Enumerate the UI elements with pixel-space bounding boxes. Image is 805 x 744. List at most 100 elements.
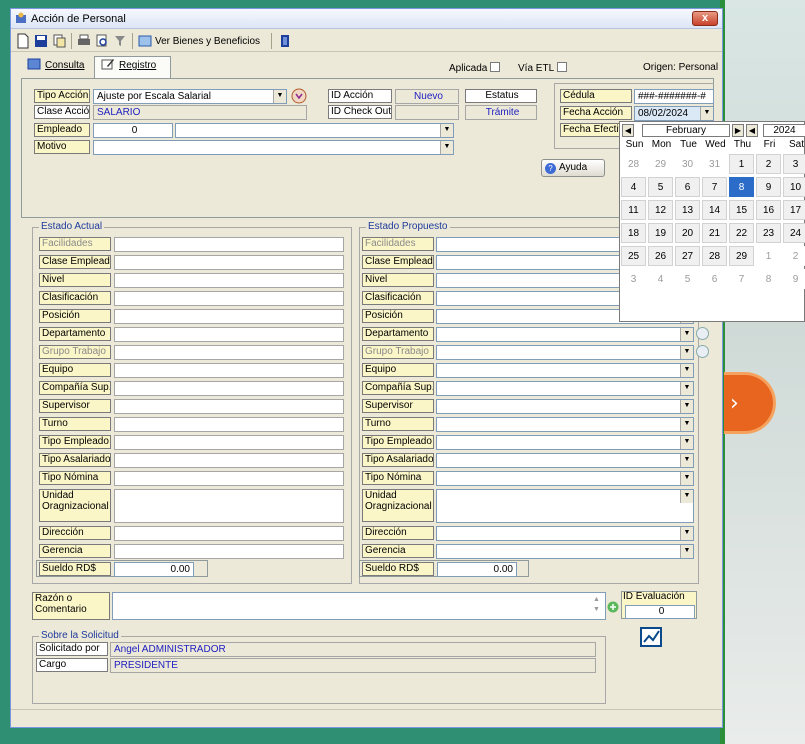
aplicada-checkbox-group[interactable]: Aplicada — [449, 62, 501, 74]
estado-propuesto-field[interactable]: ▼ — [436, 345, 694, 360]
chevron-down-icon: ▼ — [680, 400, 693, 413]
prev-year-button[interactable]: ◀ — [746, 124, 758, 137]
estado-propuesto-field[interactable]: ▼ — [436, 526, 694, 541]
estado-actual-label: Supervisor — [39, 399, 111, 413]
calendar-day[interactable]: 24 — [783, 223, 805, 243]
calendar-day[interactable]: 17 — [783, 200, 805, 220]
calendar-day[interactable]: 26 — [648, 246, 673, 266]
calendar-day[interactable]: 12 — [648, 200, 673, 220]
calendar-day[interactable]: 2 — [756, 154, 781, 174]
evaluation-chart-icon[interactable] — [639, 626, 665, 650]
calendar-day[interactable]: 4 — [648, 269, 673, 289]
estado-propuesto-field[interactable]: ▼ — [436, 381, 694, 396]
calendar-day[interactable]: 25 — [621, 246, 646, 266]
more-options-icon[interactable] — [696, 345, 709, 358]
benefits-icon[interactable] — [137, 33, 153, 49]
empleado-name-select[interactable]: ▼ — [175, 123, 454, 138]
calendar-day[interactable]: 7 — [729, 269, 754, 289]
calendar-day[interactable]: 6 — [702, 269, 727, 289]
calendar-day[interactable]: 31 — [702, 154, 727, 174]
fecha-accion-picker[interactable]: 08/02/2024 ▼ — [634, 106, 714, 121]
estado-propuesto-field[interactable]: ▼ — [436, 417, 694, 432]
calendar-day[interactable]: 27 — [675, 246, 700, 266]
edit-icon — [101, 59, 114, 70]
calendar-day[interactable]: 30 — [675, 154, 700, 174]
chevron-down-icon: ▼ — [680, 418, 693, 431]
search-icon[interactable] — [696, 327, 709, 340]
comentario-input[interactable] — [112, 592, 606, 620]
calendar-day[interactable]: 3 — [621, 269, 646, 289]
calendar-day[interactable]: 11 — [621, 200, 646, 220]
via-etl-checkbox-group[interactable]: Vía ETL — [518, 62, 568, 74]
estado-propuesto-field[interactable]: ▼ — [436, 435, 694, 450]
calendar-day[interactable]: 15 — [729, 200, 754, 220]
estado-propuesto-field[interactable]: ▼ — [436, 363, 694, 378]
estado-propuesto-field[interactable]: ▼ — [436, 453, 694, 468]
next-month-button[interactable]: ▶ — [732, 124, 744, 137]
empleado-input[interactable]: 0 — [93, 123, 173, 138]
estado-propuesto-field[interactable]: ▼ — [436, 399, 694, 414]
exit-door-icon[interactable] — [277, 33, 293, 49]
calendar-day[interactable]: 29 — [729, 246, 754, 266]
calendar-day[interactable]: 21 — [702, 223, 727, 243]
print-icon[interactable] — [76, 33, 92, 49]
calendar-day[interactable]: 1 — [756, 246, 781, 266]
calendar-day[interactable]: 28 — [621, 154, 646, 174]
lookup-icon[interactable] — [290, 87, 308, 105]
motivo-select[interactable]: ▼ — [93, 140, 454, 155]
estado-actual-label: Compañía Sup. — [39, 381, 111, 395]
calendar-day[interactable]: 18 — [621, 223, 646, 243]
estado-propuesto-field[interactable]: ▼ — [436, 489, 694, 523]
estado-propuesto-field[interactable]: ▼ — [436, 544, 694, 559]
calendar-day[interactable]: 19 — [648, 223, 673, 243]
estado-propuesto-label: Unidad Oragnizacional — [362, 489, 434, 522]
chevron-down-icon: ▼ — [440, 141, 453, 154]
add-icon[interactable] — [607, 601, 619, 613]
calendar-day[interactable]: 8 — [729, 177, 754, 197]
tipo-accion-select[interactable]: Ajuste por Escala Salarial ▼ — [93, 89, 287, 104]
calendar-day[interactable]: 3 — [783, 154, 805, 174]
id-evaluacion-input[interactable]: 0 — [625, 605, 695, 619]
weekday-label: Tue — [680, 139, 697, 150]
calendar-day[interactable]: 6 — [675, 177, 700, 197]
ayuda-button[interactable]: ? Ayuda — [541, 159, 605, 177]
sueldo-propuesto-value[interactable]: 0.00 — [437, 562, 517, 577]
calendar-day[interactable]: 20 — [675, 223, 700, 243]
calendar-day[interactable]: 14 — [702, 200, 727, 220]
calendar-day[interactable]: 10 — [783, 177, 805, 197]
calendar-day[interactable]: 22 — [729, 223, 754, 243]
calendar-day[interactable]: 28 — [702, 246, 727, 266]
estado-propuesto-field[interactable]: ▼ — [436, 471, 694, 486]
new-document-icon[interactable] — [15, 33, 31, 49]
comentario-scroll[interactable]: ▲ ▼ — [593, 595, 600, 615]
calendar-day[interactable]: 5 — [648, 177, 673, 197]
calendar-day[interactable]: 13 — [675, 200, 700, 220]
calendar-day[interactable]: 9 — [783, 269, 805, 289]
aplicada-checkbox[interactable] — [490, 62, 501, 72]
calendar-day[interactable]: 5 — [675, 269, 700, 289]
prev-month-button[interactable]: ◀ — [622, 124, 634, 137]
calendar-day[interactable]: 7 — [702, 177, 727, 197]
via-etl-checkbox[interactable] — [557, 62, 568, 72]
cedula-input[interactable]: ###-#######-# — [634, 89, 714, 104]
benefits-button[interactable]: Ver Bienes y Beneficios — [155, 36, 260, 47]
calendar-day[interactable]: 1 — [729, 154, 754, 174]
tab-consulta[interactable]: Consulta — [27, 58, 84, 78]
fecha-accion-label: Fecha Acción — [560, 106, 632, 120]
calendar-day[interactable]: 9 — [756, 177, 781, 197]
copy-icon[interactable] — [51, 33, 67, 49]
calendar-day[interactable]: 4 — [621, 177, 646, 197]
tab-registro[interactable]: Registro — [101, 58, 156, 78]
calendar-day[interactable]: 29 — [648, 154, 673, 174]
close-button[interactable]: x — [692, 11, 718, 26]
calendar-day[interactable]: 16 — [756, 200, 781, 220]
save-icon[interactable] — [33, 33, 49, 49]
chevron-down-icon: ▼ — [680, 527, 693, 540]
calendar-day[interactable]: 23 — [756, 223, 781, 243]
calendar-day[interactable]: 8 — [756, 269, 781, 289]
calendar-day[interactable]: 2 — [783, 246, 805, 266]
estado-propuesto-field[interactable]: ▼ — [436, 327, 694, 342]
filter-icon[interactable] — [112, 33, 128, 49]
print-preview-icon[interactable] — [94, 33, 110, 49]
estado-actual-label: Equipo — [39, 363, 111, 377]
